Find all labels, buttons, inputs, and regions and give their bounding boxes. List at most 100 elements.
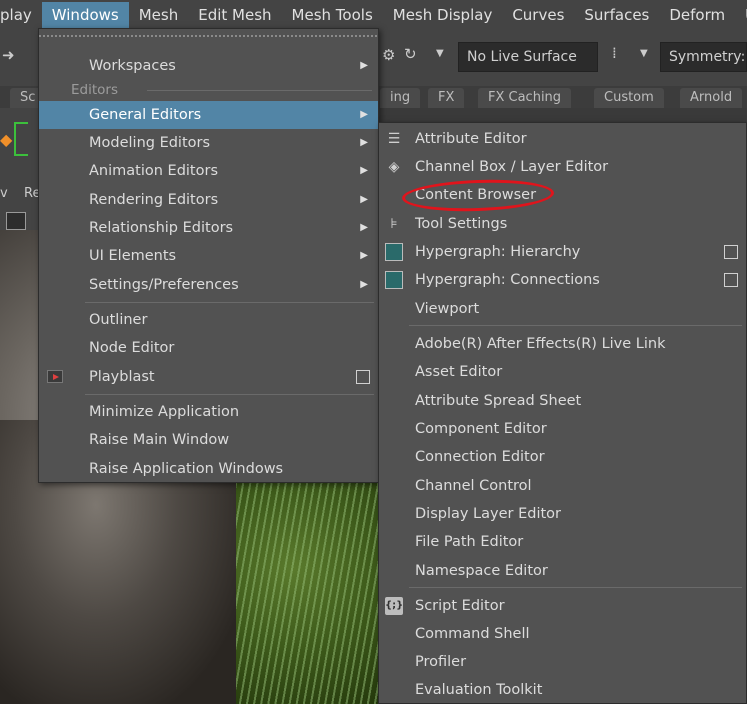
menu-divider: [409, 587, 742, 588]
menu-item-label: Raise Application Windows: [89, 461, 284, 477]
tear-off-handle[interactable]: [39, 29, 378, 43]
option-box[interactable]: [724, 273, 738, 287]
windows-menu: Workspaces ▶ Editors General Editors ▶ M…: [38, 28, 379, 483]
menu-item-hypergraph-hierarchy[interactable]: Hypergraph: Hierarchy: [379, 238, 746, 266]
menu-divider: [85, 394, 374, 395]
menu-item-minimize-application[interactable]: Minimize Application: [39, 398, 378, 426]
magnet-icon[interactable]: ⚙: [382, 46, 395, 64]
menu-windows[interactable]: Windows: [41, 2, 129, 28]
menu-item-channel-box[interactable]: ◈ Channel Box / Layer Editor: [379, 153, 746, 181]
chevron-down-icon[interactable]: ▼: [640, 48, 648, 59]
menu-curves[interactable]: Curves: [502, 2, 574, 28]
menu-mesh-display[interactable]: Mesh Display: [383, 2, 503, 28]
option-box[interactable]: [724, 245, 738, 259]
live-surface-icon[interactable]: ↻: [404, 45, 417, 63]
menu-item-label: Channel Control: [415, 478, 532, 494]
menu-item-raise-main-window[interactable]: Raise Main Window: [39, 426, 378, 454]
menu-item-attribute-editor[interactable]: ☰ Attribute Editor: [379, 125, 746, 153]
menu-item-profiler[interactable]: Profiler: [379, 648, 746, 676]
menu-item-relationship-editors[interactable]: Relationship Editors ▶: [39, 214, 378, 242]
option-box[interactable]: [356, 370, 370, 384]
divider-icon: ⁞: [612, 44, 617, 62]
chevron-right-icon: ▶: [360, 137, 368, 148]
menu-item-label: Playblast: [89, 369, 155, 385]
menu-item-settings-preferences[interactable]: Settings/Preferences ▶: [39, 271, 378, 299]
menu-surfaces[interactable]: Surfaces: [574, 2, 659, 28]
playblast-icon: [47, 370, 63, 383]
menu-item-raise-application-windows[interactable]: Raise Application Windows: [39, 455, 378, 483]
left-tool-strip: ◆ v Re: [0, 108, 40, 238]
symmetry-field[interactable]: Symmetry: C: [660, 42, 747, 72]
layers-icon: ◈: [388, 159, 400, 175]
section-header-editors: Editors: [39, 81, 378, 99]
tab-fx[interactable]: FX: [428, 88, 465, 108]
green-bracket-icon: [14, 122, 28, 156]
menu-item-label: Adobe(R) After Effects(R) Live Link: [415, 336, 666, 352]
orange-diamond-icon[interactable]: ◆: [0, 130, 12, 149]
menu-mesh[interactable]: Mesh: [129, 2, 189, 28]
tab-custom[interactable]: Custom: [594, 88, 664, 108]
menu-item-attribute-spread-sheet[interactable]: Attribute Spread Sheet: [379, 387, 746, 415]
menu-item-label: Modeling Editors: [89, 135, 211, 151]
menu-item-label: Profiler: [415, 654, 467, 670]
camera-icon[interactable]: [6, 212, 26, 230]
menu-item-label: Hypergraph: Hierarchy: [415, 244, 581, 260]
chevron-right-icon: ▶: [360, 250, 368, 261]
menu-item-label: Channel Box / Layer Editor: [415, 159, 609, 175]
menu-item-hypergraph-connections[interactable]: Hypergraph: Connections: [379, 266, 746, 294]
menu-item-file-path-editor[interactable]: File Path Editor: [379, 528, 746, 556]
menu-item-component-editor[interactable]: Component Editor: [379, 415, 746, 443]
menu-u[interactable]: U: [735, 2, 747, 28]
script-editor-icon: {;}: [385, 597, 403, 615]
menu-mesh-tools[interactable]: Mesh Tools: [282, 2, 383, 28]
hypergraph-icon: [385, 243, 403, 261]
menu-item-after-effects-live-link[interactable]: Adobe(R) After Effects(R) Live Link: [379, 330, 746, 358]
menu-item-label: Animation Editors: [89, 163, 218, 179]
arrow-icon[interactable]: ➜: [2, 46, 15, 64]
menu-edit-mesh[interactable]: Edit Mesh: [188, 2, 281, 28]
menu-item-general-editors[interactable]: General Editors ▶: [39, 101, 378, 129]
menu-item-label: Hypergraph: Connections: [415, 272, 600, 288]
menu-item-connection-editor[interactable]: Connection Editor: [379, 443, 746, 471]
menu-item-label: Connection Editor: [415, 449, 545, 465]
menu-item-viewport[interactable]: Viewport: [379, 295, 746, 323]
chevron-right-icon: ▶: [360, 109, 368, 120]
menu-deform[interactable]: Deform: [659, 2, 735, 28]
menu-item-modeling-editors[interactable]: Modeling Editors ▶: [39, 129, 378, 157]
chevron-right-icon: ▶: [360, 194, 368, 205]
live-surface-field[interactable]: No Live Surface: [458, 42, 598, 72]
menu-item-label: Attribute Editor: [415, 131, 527, 147]
menu-item-node-editor[interactable]: Node Editor: [39, 334, 378, 362]
menu-divider: [85, 302, 374, 303]
menu-item-outliner[interactable]: Outliner: [39, 306, 378, 334]
menu-item-display-layer-editor[interactable]: Display Layer Editor: [379, 500, 746, 528]
tab-rendering[interactable]: ing: [380, 88, 421, 108]
menu-item-asset-editor[interactable]: Asset Editor: [379, 358, 746, 386]
menu-item-label: General Editors: [89, 107, 202, 123]
chevron-right-icon: ▶: [360, 222, 368, 233]
tab-arnold[interactable]: Arnold: [680, 88, 743, 108]
menu-item-playblast[interactable]: Playblast: [39, 363, 378, 391]
menu-item-script-editor[interactable]: {;} Script Editor: [379, 592, 746, 620]
menu-item-label: Settings/Preferences: [89, 277, 239, 293]
menu-item-ui-elements[interactable]: UI Elements ▶: [39, 242, 378, 270]
tab-fx-caching[interactable]: FX Caching: [478, 88, 572, 108]
panel-label-view[interactable]: v: [0, 186, 8, 201]
menu-item-workspaces[interactable]: Workspaces ▶: [39, 52, 378, 80]
menu-item-animation-editors[interactable]: Animation Editors ▶: [39, 157, 378, 185]
menu-item-label: Minimize Application: [89, 404, 240, 420]
chevron-down-icon[interactable]: ▼: [436, 48, 444, 59]
menu-item-label: File Path Editor: [415, 534, 524, 550]
menu-item-label: Node Editor: [89, 340, 175, 356]
menu-item-channel-control[interactable]: Channel Control: [379, 472, 746, 500]
menu-item-tool-settings[interactable]: ⊧ Tool Settings: [379, 210, 746, 238]
menu-display[interactable]: play: [0, 2, 42, 28]
menu-item-rendering-editors[interactable]: Rendering Editors ▶: [39, 186, 378, 214]
menu-item-label: Namespace Editor: [415, 563, 548, 579]
tool-settings-icon: ⊧: [390, 216, 398, 232]
menu-item-evaluation-toolkit[interactable]: Evaluation Toolkit: [379, 676, 746, 704]
attribute-editor-icon: ☰: [387, 131, 401, 147]
menu-item-command-shell[interactable]: Command Shell: [379, 620, 746, 648]
menu-item-namespace-editor[interactable]: Namespace Editor: [379, 557, 746, 585]
menu-item-label: Rendering Editors: [89, 192, 219, 208]
